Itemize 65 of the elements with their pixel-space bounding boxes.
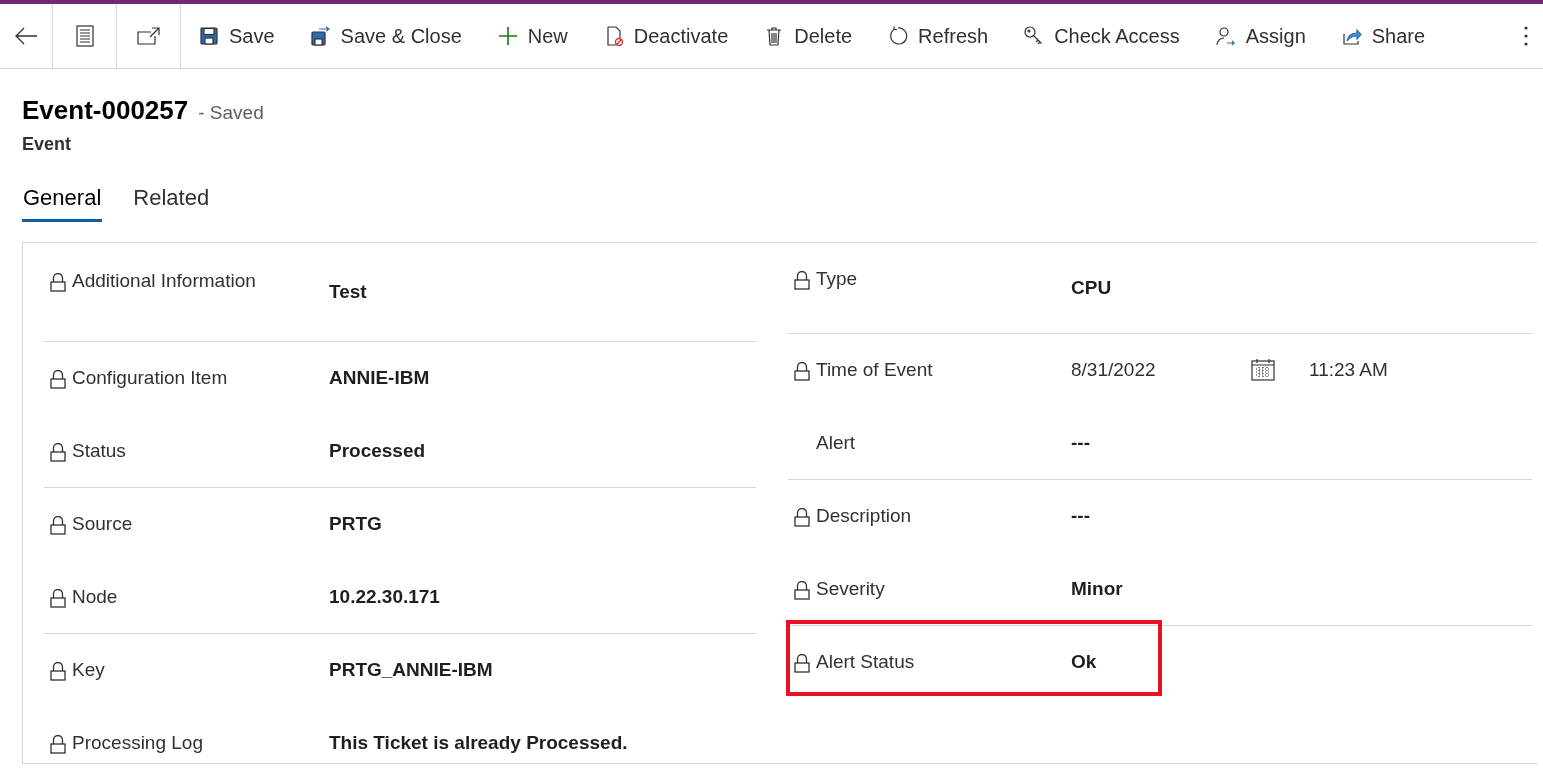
plus-icon [497,26,518,46]
toolbar-button[interactable]: Assign [1197,4,1324,68]
lock-icon [794,362,810,382]
lock-icon [794,654,810,674]
field-value: --- [1071,432,1091,454]
field-label: Processing Log [72,731,203,755]
time-value: 11:23 AM [1309,359,1388,381]
toolbar-button[interactable]: Check Access [1006,4,1198,68]
field-label: Key [72,658,105,682]
field-label: Alert [816,431,856,455]
field-label: Additional Information [72,269,256,293]
save-icon [199,26,219,46]
field-value: PRTG [329,513,383,535]
lock-icon [794,581,810,601]
lock-icon [794,271,810,291]
date-value: 8/31/2022 [1071,359,1157,381]
field-value: This Ticket is already Processed. [329,732,629,754]
more-button[interactable] [1523,25,1529,47]
field-value: 10.22.30.171 [329,586,441,608]
toolbar-button[interactable]: Delete [746,4,871,68]
lock-icon [50,735,66,755]
person-arrow-icon [1215,26,1236,46]
more-icon [1523,25,1529,47]
document-icon [75,25,94,47]
entity-name: Event [22,134,73,155]
field-label: Description [816,504,912,528]
back-arrow-icon [14,26,38,46]
toolbar-button[interactable]: New [479,4,586,68]
refresh-icon [888,26,909,46]
field-label: Alert Status [816,650,915,674]
toolbar-button[interactable]: Save [181,4,293,68]
toolbar-button[interactable]: Refresh [870,4,1007,68]
field-value: CPU [1071,277,1113,299]
lock-icon [50,443,66,463]
field-value: --- [1071,505,1091,527]
tab[interactable]: General [22,185,103,222]
calendar-icon[interactable] [1251,359,1275,381]
field-label: Type [816,267,858,291]
field-label: Severity [816,577,885,601]
tab[interactable]: Related [132,185,211,222]
lock-icon [794,508,810,528]
field-value: Processed [329,440,427,462]
field-label: Configuration Item [72,366,228,390]
lock-icon [50,273,66,293]
field-value: Minor [1071,578,1124,600]
field-label: Node [72,585,118,609]
field-label: Source [72,512,133,536]
lock-icon [50,662,66,682]
toolbar-button[interactable]: Save & Close [292,4,480,68]
lock-icon [50,370,66,390]
field-label: Time of Event [816,358,933,382]
pop-out-icon [136,27,161,45]
field-value: Test [329,281,368,303]
toolbar-button[interactable]: Deactivate [585,4,747,68]
toolbar-button[interactable]: Share [1323,4,1444,68]
record-title: Event-000257 [22,95,189,126]
field-value: PRTG_ANNIE-IBM [329,659,494,681]
field-label: Status [72,439,126,463]
lock-icon [50,516,66,536]
save-status: - Saved [198,102,264,124]
lock-icon [50,589,66,609]
save-close-icon [310,26,331,46]
field-value: ANNIE-IBM [329,367,431,389]
share-icon [1341,26,1362,46]
field-value: Ok [1071,651,1098,673]
